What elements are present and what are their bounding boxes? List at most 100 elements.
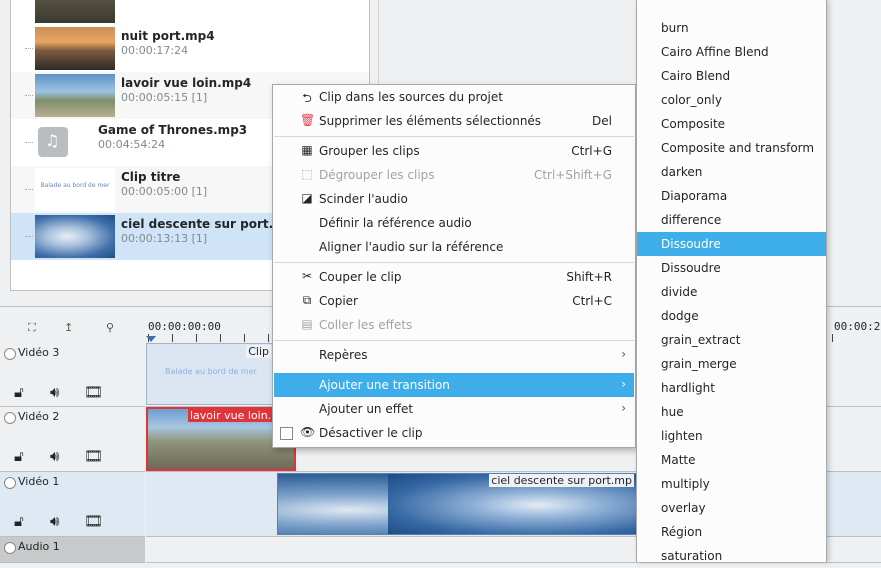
menu-item-split-audio[interactable]: ◪ Scinder l'audio: [274, 187, 634, 211]
timeline-clip[interactable]: Clip Balade au bord de mer: [146, 343, 274, 405]
title-thumbnail: Balade au bord de mer: [35, 168, 115, 211]
clip-label: Clip: [246, 345, 271, 358]
submenu-item-dissoudre-highlighted[interactable]: Dissoudre: [637, 232, 826, 256]
menu-item-markers[interactable]: Repères ›: [274, 343, 634, 367]
menu-item-group-clips[interactable]: ▦ Grouper les clips Ctrl+G: [274, 139, 634, 163]
menu-item-add-transition[interactable]: Ajouter une transition ›: [274, 373, 634, 397]
scissors-icon: ✂: [301, 269, 313, 283]
track-select-radio[interactable]: [4, 348, 16, 360]
ungroup-icon: ⬚: [301, 167, 313, 181]
menu-item-copy[interactable]: ⧉ Copier Ctrl+C: [274, 289, 634, 313]
submenu-item-cairo-blend[interactable]: Cairo Blend: [637, 64, 826, 88]
chevron-right-icon: ›: [621, 347, 626, 361]
clip-thumbnail: [35, 215, 115, 258]
submenu-item-overlay[interactable]: overlay: [637, 496, 826, 520]
track-header-video-3[interactable]: Vidéo 3 🔓︎ 🔊︎ 🎞︎: [0, 343, 145, 407]
clip-label: lavoir vue loin.: [188, 409, 274, 422]
submenu-item-region[interactable]: Région: [637, 520, 826, 544]
right-panel: [825, 0, 881, 290]
trash-icon: 🗑︎: [300, 113, 316, 127]
split-icon[interactable]: ↥: [64, 321, 73, 334]
ruler-timecode-end: 00:00:25: [834, 320, 881, 333]
link-icon[interactable]: ⚲: [106, 321, 114, 334]
submenu-item-lighten[interactable]: lighten: [637, 424, 826, 448]
submenu-item[interactable]: [637, 0, 826, 12]
submenu-item-diaporama[interactable]: Diaporama: [637, 184, 826, 208]
track-name: Vidéo 3: [18, 346, 60, 359]
menu-item-clip-in-project[interactable]: ⮌ Clip dans les sources du projet: [274, 85, 634, 109]
clip-thumbnail: [35, 0, 115, 23]
menu-item-align-audio[interactable]: Aligner l'audio sur la référence: [274, 235, 634, 259]
chevron-right-icon: ›: [621, 377, 626, 391]
menu-item-set-audio-reference[interactable]: Définir la référence audio: [274, 211, 634, 235]
submenu-item-hue[interactable]: hue: [637, 400, 826, 424]
menu-item-cut-clip[interactable]: ✂ Couper le clip Shift+R: [274, 265, 634, 289]
lock-icon[interactable]: 🔓︎: [14, 512, 24, 530]
track-header-video-2[interactable]: Vidéo 2 🔓︎ 🔊︎ 🎞︎: [0, 407, 145, 472]
submenu-item-grain-extract[interactable]: grain_extract: [637, 328, 826, 352]
checkbox[interactable]: [280, 427, 293, 440]
group-icon: ▦: [301, 143, 313, 157]
submenu-item-matte[interactable]: Matte: [637, 448, 826, 472]
submenu-item-dodge[interactable]: dodge: [637, 304, 826, 328]
film-icon[interactable]: 🎞︎: [84, 512, 103, 530]
clip-duration: 00:00:05:15 [1]: [121, 91, 208, 104]
menu-item-ungroup-clips[interactable]: ⬚ Dégrouper les clips Ctrl+Shift+G: [274, 163, 634, 187]
submenu-item-difference[interactable]: difference: [637, 208, 826, 232]
clip-name: Clip titre: [121, 170, 181, 184]
ruler-timecode-start: 00:00:00:00: [148, 320, 221, 333]
clip-duration: 00:00:05:00 [1]: [121, 185, 208, 198]
eye-icon: 👁︎: [300, 425, 316, 439]
speaker-icon[interactable]: 🔊︎: [50, 383, 59, 401]
menu-item-disable-clip[interactable]: 👁︎ Désactiver le clip: [274, 421, 634, 445]
track-select-radio[interactable]: [4, 542, 16, 554]
film-icon[interactable]: 🎞︎: [84, 447, 103, 465]
speaker-icon[interactable]: 🔊︎: [50, 512, 59, 530]
transition-submenu: burn Cairo Affine Blend Cairo Blend colo…: [636, 0, 827, 563]
submenu-item-hardlight[interactable]: hardlight: [637, 376, 826, 400]
clip-duration: 00:00:13:13 [1]: [121, 232, 208, 245]
clip-name: lavoir vue loin.mp4: [121, 76, 252, 90]
clip-name: nuit port.mp4: [121, 29, 215, 43]
list-item[interactable]: [11, 0, 369, 25]
submenu-item-divide[interactable]: divide: [637, 280, 826, 304]
clip-name: ciel descente sur port.m: [121, 217, 286, 231]
track-name: Audio 1: [18, 540, 60, 553]
chevron-right-icon: ›: [621, 401, 626, 415]
paste-icon: ▤: [301, 317, 313, 331]
submenu-item-burn[interactable]: burn: [637, 16, 826, 40]
clip-duration: 00:04:54:24: [98, 138, 166, 151]
submenu-item-composite[interactable]: Composite: [637, 112, 826, 136]
submenu-item-dissoudre[interactable]: Dissoudre: [637, 256, 826, 280]
submenu-item-multiply[interactable]: multiply: [637, 472, 826, 496]
track-select-radio[interactable]: [4, 477, 16, 489]
submenu-item-cairo-affine-blend[interactable]: Cairo Affine Blend: [637, 40, 826, 64]
track-header-video-1[interactable]: Vidéo 1 🔓︎ 🔊︎ 🎞︎: [0, 472, 145, 537]
menu-item-delete-selected[interactable]: 🗑︎ Supprimer les éléments sélectionnés D…: [274, 109, 634, 133]
submenu-item-composite-and-transform[interactable]: Composite and transform: [637, 136, 826, 160]
track-name: Vidéo 1: [18, 475, 60, 488]
list-item[interactable]: nuit port.mp4 00:00:17:24: [11, 25, 369, 72]
fit-zoom-icon[interactable]: ⛶: [28, 321, 36, 335]
submenu-item-saturation[interactable]: saturation: [637, 544, 826, 568]
clip-thumbnail: [35, 27, 115, 70]
clip-thumbnail: [35, 74, 115, 117]
track-name: Vidéo 2: [18, 410, 60, 423]
lock-icon[interactable]: 🔓︎: [14, 447, 24, 465]
track-header-audio-1[interactable]: Audio 1: [0, 537, 145, 563]
submenu-item-grain-merge[interactable]: grain_merge: [637, 352, 826, 376]
lock-icon[interactable]: 🔓︎: [14, 383, 24, 401]
speaker-icon[interactable]: 🔊︎: [50, 447, 59, 465]
submenu-item-color-only[interactable]: color_only: [637, 88, 826, 112]
menu-item-paste-effects[interactable]: ▤ Coller les effets: [274, 313, 634, 337]
playhead-marker[interactable]: [146, 336, 156, 342]
clip-context-menu: ⮌ Clip dans les sources du projet 🗑︎ Sup…: [272, 84, 636, 448]
title-overlay-text: Balade au bord de mer: [165, 367, 257, 376]
copy-icon: ⧉: [302, 293, 312, 307]
timeline-clip[interactable]: ciel descente sur port.mp: [277, 473, 637, 535]
film-icon[interactable]: 🎞︎: [84, 383, 103, 401]
split-audio-icon: ◪: [301, 191, 313, 205]
menu-item-add-effect[interactable]: Ajouter un effet ›: [274, 397, 634, 421]
track-select-radio[interactable]: [4, 412, 16, 424]
submenu-item-darken[interactable]: darken: [637, 160, 826, 184]
